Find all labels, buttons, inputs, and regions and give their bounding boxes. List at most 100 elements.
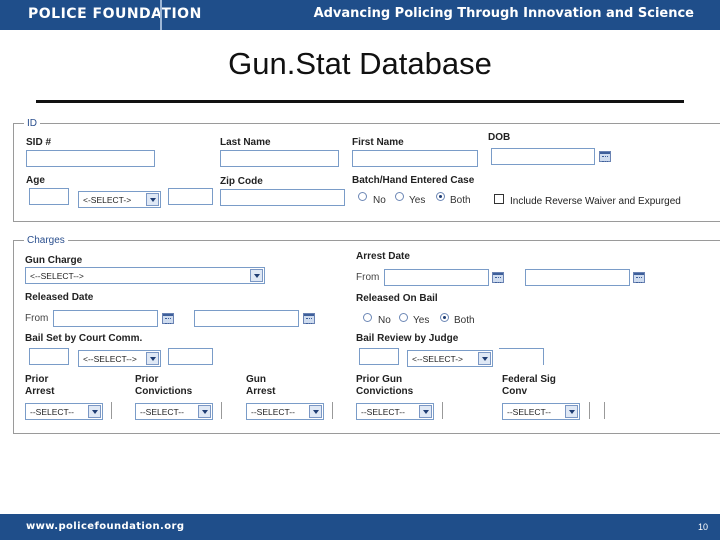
arrest-date-to-input[interactable]: [525, 269, 630, 286]
zip-code-label: Zip Code: [220, 176, 263, 187]
chevron-down-icon: [565, 405, 578, 418]
chevron-down-icon: [250, 269, 263, 282]
sid-label: SID #: [26, 137, 52, 148]
age-input-2[interactable]: [168, 188, 213, 205]
dob-label: DOB: [488, 132, 511, 143]
last-name-label: Last Name: [220, 137, 271, 148]
bail-court-select-value: <--SELECT-->: [83, 354, 137, 364]
prior-convictions-label-1: Prior: [135, 374, 159, 385]
released-to-calendar-icon[interactable]: [303, 313, 315, 324]
bail-judge-label: Bail Review by Judge: [356, 333, 459, 344]
bail-radio-both-label: Both: [454, 315, 475, 326]
released-from-calendar-icon[interactable]: [162, 313, 174, 324]
prior-convictions-separator: [221, 402, 222, 419]
prior-gun-convictions-separator: [442, 402, 443, 419]
gun-arrest-label-2: Arrest: [246, 386, 276, 397]
gun-arrest-separator: [332, 402, 333, 419]
prior-arrest-separator: [111, 402, 112, 419]
first-name-input[interactable]: [352, 150, 478, 167]
bail-court-label: Bail Set by Court Comm.: [25, 333, 143, 344]
gun-charge-label: Gun Charge: [25, 255, 83, 266]
prior-arrest-select[interactable]: --SELECT--: [25, 403, 103, 420]
page-number: 10: [697, 522, 708, 532]
prior-convictions-select[interactable]: --SELECT--: [135, 403, 213, 420]
prior-arrest-label-2: Arrest: [25, 386, 55, 397]
gun-arrest-select[interactable]: --SELECT--: [246, 403, 324, 420]
federal-sig-separator-2: [604, 402, 605, 419]
arrest-date-from-input[interactable]: [384, 269, 489, 286]
batch-radio-yes-label: Yes: [409, 195, 426, 206]
released-date-from-input[interactable]: [53, 310, 158, 327]
bail-radio-yes[interactable]: [399, 313, 408, 322]
prior-gun-convictions-select[interactable]: --SELECT--: [356, 403, 434, 420]
last-name-input[interactable]: [220, 150, 339, 167]
arrest-from-calendar-icon[interactable]: [492, 272, 504, 283]
chevron-down-icon: [309, 405, 322, 418]
bail-judge-select-value: <--SELECT->: [412, 354, 464, 364]
prior-gun-convictions-select-value: --SELECT--: [361, 407, 405, 417]
brand-logo-text: POLICE FOUNDATION: [28, 6, 202, 22]
footer-url: www.policefoundation.org: [26, 521, 185, 532]
chevron-down-icon: [478, 352, 491, 365]
page-title: Gun.Stat Database: [228, 46, 492, 81]
dob-calendar-icon[interactable]: [599, 151, 611, 162]
released-date-to-input[interactable]: [194, 310, 299, 327]
batch-radio-both[interactable]: [436, 192, 445, 201]
batch-radio-no-label: No: [373, 195, 386, 206]
chevron-down-icon: [198, 405, 211, 418]
federal-sig-separator: [589, 402, 590, 419]
federal-sig-select-value: --SELECT--: [507, 407, 551, 417]
bail-radio-yes-label: Yes: [413, 315, 430, 326]
federal-sig-label-1: Federal Sig: [502, 374, 556, 385]
gun-charge-select-value: <--SELECT-->: [30, 271, 84, 281]
bail-radio-no-label: No: [378, 315, 391, 326]
bail-radio-both[interactable]: [440, 313, 449, 322]
batch-radio-both-label: Both: [450, 195, 471, 206]
bail-court-input[interactable]: [29, 348, 69, 365]
chevron-down-icon: [419, 405, 432, 418]
arrest-from-label: From: [356, 272, 380, 283]
title-underline: [36, 100, 684, 103]
batch-radio-yes[interactable]: [395, 192, 404, 201]
age-input[interactable]: [29, 188, 69, 205]
prior-gun-convictions-label-2: Convictions: [356, 386, 414, 397]
gun-arrest-select-value: --SELECT--: [251, 407, 295, 417]
released-date-label: Released Date: [25, 292, 94, 303]
arrest-date-label: Arrest Date: [356, 251, 410, 262]
bail-judge-input[interactable]: [359, 348, 399, 365]
batch-radio-no[interactable]: [358, 192, 367, 201]
bail-judge-select[interactable]: <--SELECT->: [407, 350, 493, 367]
footer-bar: www.policefoundation.org 10: [0, 514, 720, 540]
age-label: Age: [26, 175, 45, 186]
sid-input[interactable]: [26, 150, 155, 167]
age-select-value: <-SELECT->: [83, 195, 132, 205]
federal-sig-label-2: Conv: [502, 386, 527, 397]
prior-arrest-select-value: --SELECT--: [30, 407, 74, 417]
prior-gun-convictions-label-1: Prior Gun: [356, 374, 403, 385]
header-divider: [160, 0, 162, 30]
dob-input[interactable]: [491, 148, 595, 165]
batch-label: Batch/Hand Entered Case: [352, 175, 475, 186]
first-name-label: First Name: [352, 137, 404, 148]
released-from-label: From: [25, 313, 49, 324]
chevron-down-icon: [146, 352, 159, 365]
gun-charge-select[interactable]: <--SELECT-->: [25, 267, 265, 284]
bail-radio-no[interactable]: [363, 313, 372, 322]
age-select[interactable]: <-SELECT->: [78, 191, 161, 208]
bail-judge-input-2[interactable]: [499, 348, 544, 365]
zip-code-input[interactable]: [220, 189, 345, 206]
prior-convictions-label-2: Convictions: [135, 386, 193, 397]
chevron-down-icon: [88, 405, 101, 418]
reverse-waiver-label: Include Reverse Waiver and Expurged: [510, 196, 681, 207]
arrest-to-calendar-icon[interactable]: [633, 272, 645, 283]
released-on-bail-label: Released On Bail: [356, 293, 438, 304]
header-bar: POLICE FOUNDATION Advancing Policing Thr…: [0, 0, 720, 30]
bail-court-input-2[interactable]: [168, 348, 213, 365]
bail-court-select[interactable]: <--SELECT-->: [78, 350, 161, 367]
prior-arrest-label-1: Prior: [25, 374, 49, 385]
gun-arrest-label-1: Gun: [246, 374, 266, 385]
header-tagline: Advancing Policing Through Innovation an…: [313, 6, 694, 21]
reverse-waiver-checkbox[interactable]: [494, 194, 504, 204]
federal-sig-select[interactable]: --SELECT--: [502, 403, 580, 420]
charges-legend: Charges: [27, 235, 65, 246]
